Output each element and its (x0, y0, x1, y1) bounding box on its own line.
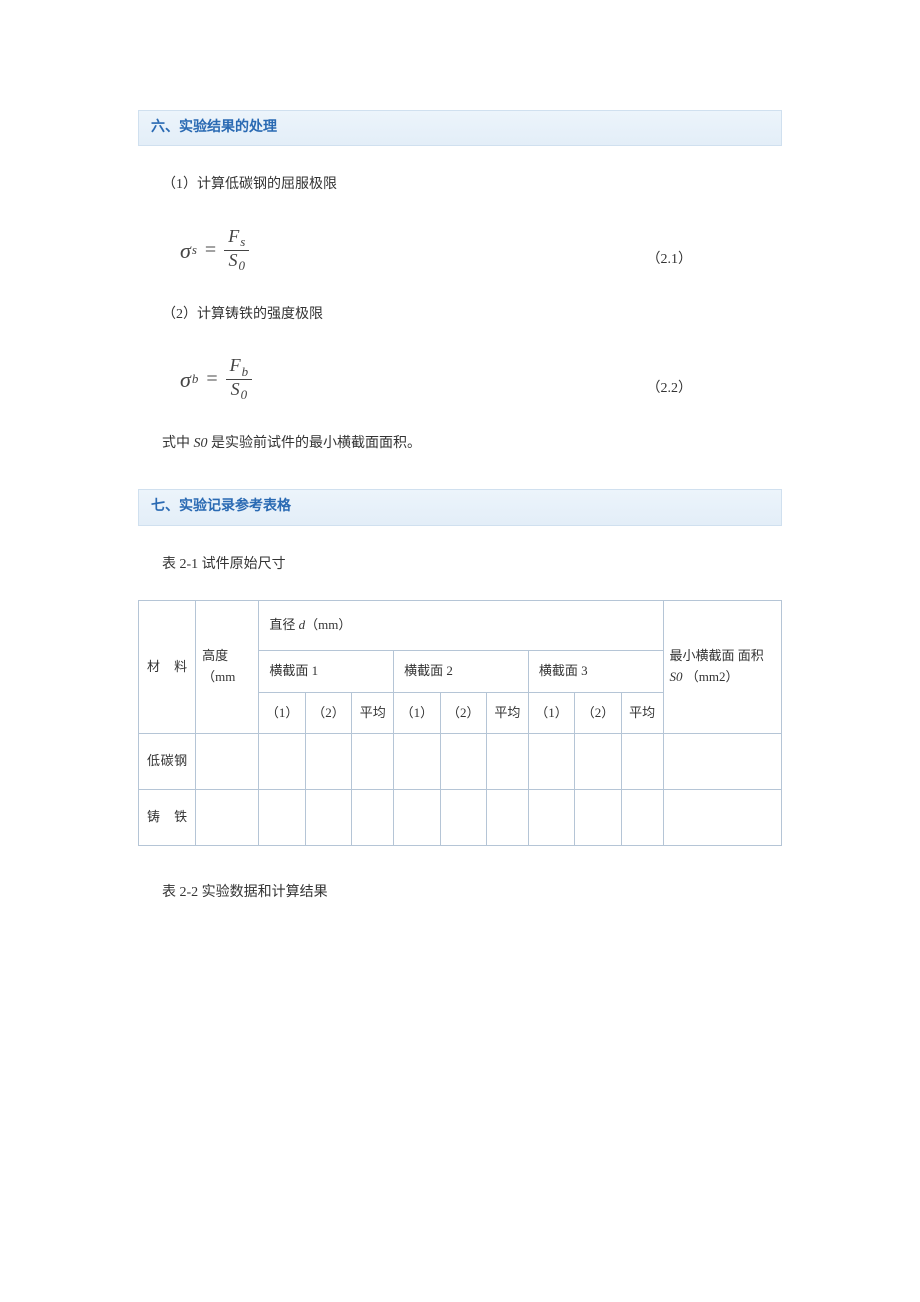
row2-s2-1 (394, 790, 440, 846)
row1-height (196, 734, 259, 790)
eq2-denominator: S0 (227, 380, 252, 403)
table-1-caption: 表 2-1 试件原始尺寸 (162, 554, 782, 576)
eq2-numerator: Fb (226, 356, 253, 379)
th-s1-avg: 平均 (352, 692, 394, 734)
row2-s1-2 (305, 790, 351, 846)
row1-s1-avg (352, 734, 394, 790)
row2-s3-1 (528, 790, 574, 846)
eq1-fraction: Fs S0 (224, 227, 249, 274)
eq1-equals: = (205, 234, 216, 266)
eq2-sigma-sub: b (192, 369, 199, 390)
eq1-numerator: Fs (224, 227, 249, 250)
row1-s1-2 (305, 734, 351, 790)
item-1-text: （1）计算低碳钢的屈服极限 (162, 174, 782, 196)
table-row: 低碳钢 (139, 734, 782, 790)
equation-1-row: σs = Fs S0 （2.1） (180, 227, 782, 274)
section-6-header: 六、实验结果的处理 (138, 110, 782, 146)
note-suffix: 是实验前试件的最小横截面面积。 (208, 436, 422, 451)
row1-s2-avg (486, 734, 528, 790)
eq2-number: （2.2） (252, 378, 782, 402)
section-7-title: 七、实验记录参考表格 (151, 499, 291, 514)
th-section1: 横截面 1 (259, 650, 394, 692)
eq1-number: （2.1） (249, 249, 782, 273)
row2-s3-2 (575, 790, 621, 846)
row1-material: 低碳钢 (139, 734, 196, 790)
note-prefix: 式中 (162, 436, 194, 451)
table-2-caption: 表 2-2 实验数据和计算结果 (162, 882, 782, 904)
row1-s3-2 (575, 734, 621, 790)
item-2-text: （2）计算铸铁的强度极限 (162, 304, 782, 326)
eq2-sigma: σ (180, 362, 191, 397)
equation-2: σb = Fb S0 (180, 356, 252, 403)
row2-height (196, 790, 259, 846)
note-text: 式中 S0 是实验前试件的最小横截面面积。 (162, 433, 782, 455)
section-7-header: 七、实验记录参考表格 (138, 489, 782, 525)
note-var: S0 (194, 436, 208, 451)
th-section3: 横截面 3 (528, 650, 663, 692)
th-s3-2: （2） (575, 692, 621, 734)
th-s2-2: （2） (440, 692, 486, 734)
row2-s3-avg (621, 790, 663, 846)
row2-material: 铸 铁 (139, 790, 196, 846)
row2-s2-2 (440, 790, 486, 846)
row1-s3-1 (528, 734, 574, 790)
eq1-sigma: σ (180, 233, 191, 268)
th-height: 高度 （mm (196, 600, 259, 733)
row2-s1-1 (259, 790, 305, 846)
th-area: 最小横截面 面积 S0 （mm2） (663, 600, 781, 733)
eq2-fraction: Fb S0 (226, 356, 253, 403)
th-s1-2: （2） (305, 692, 351, 734)
eq2-equals: = (206, 363, 217, 395)
row1-s2-2 (440, 734, 486, 790)
row1-area (663, 734, 781, 790)
th-s1-1: （1） (259, 692, 305, 734)
table-row: 材 料 高度 （mm 直径 d（mm） 最小横截面 面积 S0 （mm2） (139, 600, 782, 650)
equation-2-row: σb = Fb S0 （2.2） (180, 356, 782, 403)
eq1-denominator: S0 (224, 251, 249, 274)
th-s3-1: （1） (528, 692, 574, 734)
th-s3-avg: 平均 (621, 692, 663, 734)
row2-area (663, 790, 781, 846)
equation-1: σs = Fs S0 (180, 227, 249, 274)
th-s2-avg: 平均 (486, 692, 528, 734)
row1-s1-1 (259, 734, 305, 790)
th-diameter: 直径 d（mm） (259, 600, 663, 650)
eq1-sigma-sub: s (192, 240, 197, 261)
row1-s3-avg (621, 734, 663, 790)
table-2-1: 材 料 高度 （mm 直径 d（mm） 最小横截面 面积 S0 （mm2） 横截… (138, 600, 782, 846)
row2-s1-avg (352, 790, 394, 846)
row2-s2-avg (486, 790, 528, 846)
th-s2-1: （1） (394, 692, 440, 734)
section-6-title: 六、实验结果的处理 (151, 120, 277, 135)
table-row: 铸 铁 (139, 790, 782, 846)
th-section2: 横截面 2 (394, 650, 529, 692)
row1-s2-1 (394, 734, 440, 790)
th-material: 材 料 (139, 600, 196, 733)
